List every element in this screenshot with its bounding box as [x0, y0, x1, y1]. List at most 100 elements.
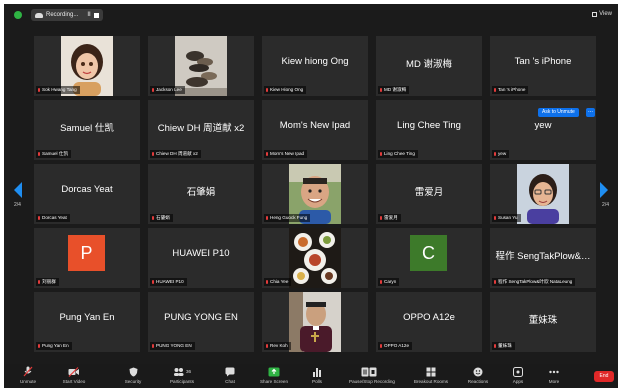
participant-tile[interactable]: 雷爱月 雷爱月 — [376, 164, 482, 224]
muted-mic-icon — [38, 152, 40, 156]
participant-name-label: 程作 SengTakPlow&叶欣 NataLeung — [492, 278, 576, 286]
participant-name-text: 程作 SengTakPlow&叶欣 NataLeung — [498, 279, 573, 284]
participant-name-text: Jackson Lee — [156, 87, 182, 92]
participant-name-text: MD 谢淑梅 — [384, 87, 407, 92]
participant-name-label: 雷爱月 — [378, 214, 401, 222]
participant-tile[interactable]: 石肇娟 石肇娟 — [148, 164, 254, 224]
participant-tile[interactable]: C Caryn — [376, 228, 482, 288]
participant-tile[interactable]: Samuel 仕凯 Samuel 仕凯 — [34, 100, 140, 160]
participant-name-text: Mom's New Ipad — [270, 151, 305, 156]
participant-name-label: yew — [492, 150, 510, 158]
meeting-toolbar: Unmute Start Video Security 36 Participa… — [4, 364, 618, 388]
muted-mic-icon — [152, 152, 154, 156]
start-video-button[interactable]: Start Video — [54, 366, 94, 384]
participant-tile[interactable]: Chia Yee — [262, 228, 368, 288]
recording-indicator[interactable]: Recording... II — [31, 9, 103, 21]
participant-name-text: Samuel 仕凯 — [42, 151, 69, 156]
participant-tile[interactable]: Susan Yu — [490, 164, 596, 224]
muted-mic-icon — [494, 280, 496, 284]
participant-tile[interactable]: 董妹珠 董妹珠 — [490, 292, 596, 352]
participant-tile[interactable]: Dorcas Yeat Dorcas Yeat — [34, 164, 140, 224]
left-page-indicator: 2/4 — [14, 202, 21, 208]
participant-display-name: Ling Chee Ting — [397, 120, 461, 131]
share-screen-button[interactable]: Share Screen — [254, 366, 294, 384]
more-button[interactable]: More — [534, 366, 574, 384]
participant-tile[interactable]: OPPO A12e OPPO A12e — [376, 292, 482, 352]
participant-display-name: PUNG YONG EN — [164, 312, 238, 323]
participant-name-text: Caryn — [384, 279, 397, 284]
participant-name-text: Tan 's iPhone — [498, 87, 526, 92]
start-video-label: Start Video — [62, 379, 86, 384]
security-shield-icon — [113, 366, 153, 377]
participant-display-name: Pung Yan En — [59, 312, 115, 323]
participant-tile[interactable]: Chiew DH 周道献 x2 Chiew DH 周道献 x2 — [148, 100, 254, 160]
muted-mic-icon — [152, 88, 154, 92]
view-button[interactable]: View — [592, 11, 612, 17]
pause-stop-recording-button[interactable]: Pause/Stop Recording — [349, 366, 395, 384]
end-meeting-button[interactable]: End — [594, 371, 614, 382]
zoom-window: Recording... II View 2/4 2/4 Sok Hwang T… — [4, 4, 618, 388]
more-dots-icon — [534, 366, 574, 377]
participant-tile[interactable]: HUAWEI P10 HUAWEI P10 — [148, 228, 254, 288]
participant-video — [289, 292, 341, 352]
muted-mic-icon — [494, 152, 496, 156]
participant-display-name: Samuel 仕凯 — [60, 123, 114, 134]
unmute-button[interactable]: Unmute — [8, 366, 48, 384]
security-button[interactable]: Security — [113, 366, 153, 384]
participant-display-name: 雷爱月 — [414, 187, 444, 198]
muted-mic-icon — [266, 344, 268, 348]
previous-page-arrow-icon[interactable] — [13, 182, 23, 198]
next-page-arrow-icon[interactable] — [599, 182, 609, 198]
security-shield-icon[interactable] — [14, 11, 22, 19]
ask-to-unmute-button[interactable]: Ask to Unmute — [538, 108, 579, 117]
participant-tile[interactable]: Heng Guock Fung — [262, 164, 368, 224]
participant-tile[interactable]: MD 谢淑梅 MD 谢淑梅 — [376, 36, 482, 96]
participant-display-name: HUAWEI P10 — [172, 248, 230, 259]
participant-name-text: yew — [498, 151, 507, 156]
participant-display-name: MD 谢淑梅 — [406, 59, 452, 70]
breakout-rooms-button[interactable]: Breakout Rooms — [411, 366, 451, 384]
participant-name-text: 石肇娟 — [156, 215, 170, 220]
participant-tile[interactable]: Sok Hwang Tang — [34, 36, 140, 96]
participant-name-text: 刘丽群 — [42, 279, 56, 284]
breakout-rooms-icon — [411, 366, 451, 377]
polls-button[interactable]: Polls — [297, 366, 337, 384]
participant-name-text: Heng Guock Fung — [270, 215, 308, 220]
participant-name-text: 雷爱月 — [384, 215, 398, 220]
participant-initial-avatar: C — [410, 235, 447, 271]
muted-mic-icon — [380, 280, 382, 284]
right-page-indicator: 2/4 — [602, 202, 609, 208]
participant-name-text: Dorcas Yeat — [42, 215, 67, 220]
participant-tile[interactable]: Tan 's iPhone Tan 's iPhone — [490, 36, 596, 96]
participant-name-text: PUNG YONG EN — [156, 343, 192, 348]
apps-button[interactable]: Apps — [498, 366, 538, 384]
view-label: View — [599, 11, 612, 17]
participant-tile[interactable]: 程作 SengTakPlow&… 程作 SengTakPlow&叶欣 NataLe… — [490, 228, 596, 288]
participant-name-label: PUNG YONG EN — [150, 342, 195, 350]
participants-label: Participants — [169, 379, 194, 384]
participant-tile[interactable]: Rev Koh — [262, 292, 368, 352]
participant-tile[interactable]: Kiew hiong Ong Kiew Hiong Ong — [262, 36, 368, 96]
stop-recording-button[interactable] — [93, 12, 99, 18]
tile-more-options-button[interactable]: ... — [586, 108, 595, 117]
pause-recording-button[interactable]: II — [87, 12, 90, 18]
participant-name-label: Caryn — [378, 278, 400, 286]
participant-name-text: Sok Hwang Tang — [42, 87, 77, 92]
participant-name-text: Rev Koh — [270, 343, 288, 348]
participant-tile[interactable]: P 刘丽群 — [34, 228, 140, 288]
participant-name-label: Mom's New Ipad — [264, 150, 308, 158]
muted-mic-icon — [38, 88, 40, 92]
muted-mic-icon — [266, 88, 268, 92]
chat-button[interactable]: Chat — [210, 366, 250, 384]
participant-tile[interactable]: PUNG YONG EN PUNG YONG EN — [148, 292, 254, 352]
reactions-button[interactable]: Reactions — [458, 366, 498, 384]
muted-mic-icon — [266, 216, 268, 220]
participant-name-text: Susan Yu — [498, 215, 518, 220]
participant-tile[interactable]: Ling Chee Ting Ling Chee Ting — [376, 100, 482, 160]
participant-tile[interactable]: Pung Yan En Pung Yan En — [34, 292, 140, 352]
participants-button[interactable]: 36 Participants — [162, 366, 202, 384]
participant-tile[interactable]: Jackson Lee — [148, 36, 254, 96]
reactions-label: Reactions — [467, 379, 489, 384]
participant-tile[interactable]: Mom's New Ipad Mom's New Ipad — [262, 100, 368, 160]
participant-name-label: Heng Guock Fung — [264, 214, 311, 222]
